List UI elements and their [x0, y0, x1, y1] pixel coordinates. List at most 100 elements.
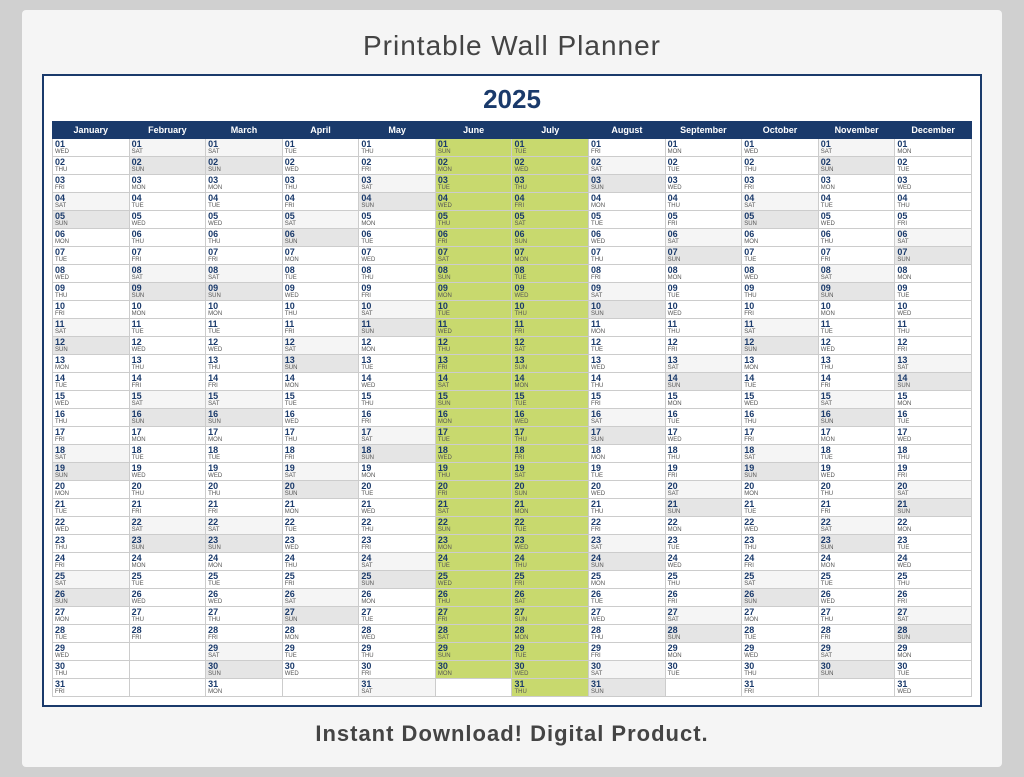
day-cell: 10SAT [359, 301, 436, 319]
main-title: Printable Wall Planner [42, 30, 982, 62]
day-cell: 11WED [435, 319, 512, 337]
day-cell: 04THU [665, 193, 742, 211]
header-april: April [282, 122, 359, 139]
day-cell: 04SUN [359, 193, 436, 211]
day-cell: 13WED [589, 355, 666, 373]
day-cell: 07FRI [818, 247, 895, 265]
day-cell: 27WED [589, 607, 666, 625]
day-cell: 04TUE [129, 193, 206, 211]
day-cell: 27MON [742, 607, 819, 625]
table-row: 21TUE21FRI21FRI21MON21WED21SAT21MON21THU… [53, 499, 972, 517]
day-cell: 21SUN [665, 499, 742, 517]
day-cell: 04THU [895, 193, 972, 211]
day-cell: 21TUE [742, 499, 819, 517]
day-cell: 31WED [895, 679, 972, 697]
table-row: 17FRI17MON17MON17THU17SAT17TUE17THU17SUN… [53, 427, 972, 445]
table-row: 10FRI10MON10MON10THU10SAT10TUE10THU10SUN… [53, 301, 972, 319]
day-cell: 12SAT [282, 337, 359, 355]
day-cell [665, 679, 742, 697]
day-cell: 14TUE [742, 373, 819, 391]
day-cell: 29SUN [435, 643, 512, 661]
day-cell: 18SAT [53, 445, 130, 463]
day-cell: 27THU [129, 607, 206, 625]
day-cell: 20TUE [359, 481, 436, 499]
day-cell: 09MON [435, 283, 512, 301]
day-cell: 05MON [359, 211, 436, 229]
day-cell: 16WED [512, 409, 589, 427]
day-cell: 03MON [206, 175, 283, 193]
day-cell: 30TUE [665, 661, 742, 679]
day-cell: 06TUE [359, 229, 436, 247]
day-cell: 02FRI [359, 157, 436, 175]
day-cell: 02THU [53, 157, 130, 175]
day-cell: 19SUN [53, 463, 130, 481]
day-cell: 07SAT [435, 247, 512, 265]
day-cell: 29THU [359, 643, 436, 661]
day-cell: 29FRI [589, 643, 666, 661]
table-row: 05SUN05WED05WED05SAT05MON05THU05SAT05TUE… [53, 211, 972, 229]
day-cell: 17FRI [53, 427, 130, 445]
day-cell: 10FRI [742, 301, 819, 319]
day-cell: 25SAT [53, 571, 130, 589]
day-cell: 01SAT [818, 139, 895, 157]
day-cell: 05WED [129, 211, 206, 229]
day-cell: 03MON [818, 175, 895, 193]
day-cell: 28FRI [129, 625, 206, 643]
day-cell: 15WED [742, 391, 819, 409]
day-cell: 01TUE [282, 139, 359, 157]
table-row: 29WED29SAT29TUE29THU29SUN29TUE29FRI29MON… [53, 643, 972, 661]
day-cell: 24SAT [359, 553, 436, 571]
day-cell [129, 661, 206, 679]
day-cell: 26WED [206, 589, 283, 607]
planner-box: 2025 January February March April May Ju… [42, 74, 982, 707]
day-cell: 05WED [818, 211, 895, 229]
year-title: 2025 [52, 84, 972, 115]
day-cell: 26SAT [512, 589, 589, 607]
day-cell: 17WED [665, 427, 742, 445]
day-cell: 14WED [359, 373, 436, 391]
day-cell: 12MON [359, 337, 436, 355]
day-cell: 14SUN [665, 373, 742, 391]
day-cell: 07FRI [129, 247, 206, 265]
day-cell: 02SUN [818, 157, 895, 175]
day-cell: 05SAT [282, 211, 359, 229]
day-cell: 11SAT [53, 319, 130, 337]
day-cell: 23THU [53, 535, 130, 553]
day-cell: 17SUN [589, 427, 666, 445]
day-cell: 28THU [589, 625, 666, 643]
day-cell: 09THU [53, 283, 130, 301]
day-cell: 20SAT [665, 481, 742, 499]
day-cell: 05THU [435, 211, 512, 229]
day-cell: 28FRI [818, 625, 895, 643]
day-cell: 08MON [895, 265, 972, 283]
day-cell: 19FRI [665, 463, 742, 481]
day-cell: 18TUE [818, 445, 895, 463]
day-cell: 15FRI [589, 391, 666, 409]
day-cell: 06SAT [665, 229, 742, 247]
day-cell: 08TUE [282, 265, 359, 283]
day-cell: 11FRI [282, 319, 359, 337]
day-cell: 19SAT [512, 463, 589, 481]
day-cell: 01THU [359, 139, 436, 157]
day-cell: 26FRI [895, 589, 972, 607]
day-cell: 09WED [282, 283, 359, 301]
day-cell: 02THU [742, 157, 819, 175]
day-cell: 16SUN [818, 409, 895, 427]
day-cell: 13SAT [895, 355, 972, 373]
day-cell: 24MON [129, 553, 206, 571]
day-cell: 16FRI [359, 409, 436, 427]
table-row: 16THU16SUN16SUN16WED16FRI16MON16WED16SAT… [53, 409, 972, 427]
day-cell [129, 643, 206, 661]
day-cell: 16WED [282, 409, 359, 427]
day-cell: 25TUE [206, 571, 283, 589]
day-cell: 13FRI [435, 355, 512, 373]
day-cell: 06SUN [512, 229, 589, 247]
day-cell: 01WED [53, 139, 130, 157]
table-row: 31FRI31MON31SAT31THU31SUN31FRI31WED [53, 679, 972, 697]
day-cell: 30SAT [589, 661, 666, 679]
day-cell: 31THU [512, 679, 589, 697]
day-cell: 25WED [435, 571, 512, 589]
day-cell: 11TUE [818, 319, 895, 337]
day-cell: 14SAT [435, 373, 512, 391]
day-cell: 17THU [282, 427, 359, 445]
